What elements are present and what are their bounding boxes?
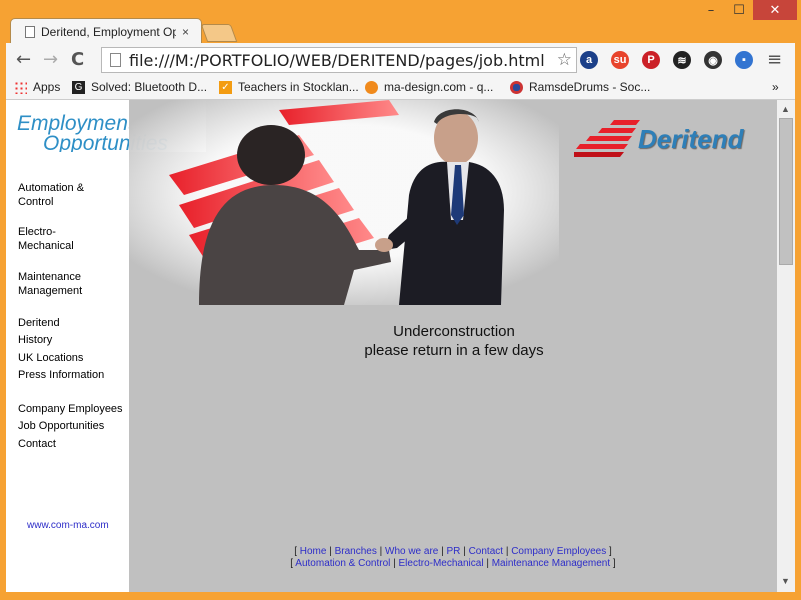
- stumbleupon-icon[interactable]: su: [611, 51, 629, 69]
- return-message: please return in a few days: [364, 342, 544, 359]
- footer-link[interactable]: Maintenance Management: [492, 558, 610, 569]
- address-bar[interactable]: file:///M:/PORTFOLIO/WEB/DERITEND/pages/…: [101, 47, 577, 73]
- drums-icon: [510, 80, 523, 94]
- sidebar-item[interactable]: Electro-: [18, 225, 128, 239]
- bookmark-label: RamsdeDrums - Soc...: [529, 80, 651, 94]
- footer-links-secondary: [ Automation & Control | Electro-Mechani…: [129, 558, 777, 569]
- footer-link[interactable]: Automation & Control: [295, 558, 390, 569]
- footer-link[interactable]: Contact: [469, 546, 503, 557]
- amazon-icon[interactable]: a: [580, 51, 598, 69]
- forward-icon[interactable]: →: [43, 49, 58, 70]
- separator: |: [460, 546, 469, 557]
- footer-link[interactable]: Home: [300, 546, 327, 557]
- sidebar-item[interactable]: History: [18, 333, 128, 347]
- scroll-up-icon[interactable]: ▲: [781, 104, 790, 114]
- bookmark-label: Apps: [33, 80, 61, 94]
- sidebar-item[interactable]: Contact: [18, 437, 128, 451]
- bracket: ]: [610, 558, 616, 569]
- sidebar-item[interactable]: Control: [18, 195, 128, 209]
- close-window-button[interactable]: ✕: [753, 0, 797, 20]
- website-link[interactable]: www.com-ma.com: [27, 520, 109, 531]
- footer-link[interactable]: Company Employees: [511, 546, 606, 557]
- new-tab-button[interactable]: [200, 24, 238, 42]
- bookmark-apps[interactable]: Apps: [14, 80, 60, 94]
- g-icon: G: [72, 80, 85, 94]
- footer-link[interactable]: Who we are: [385, 546, 438, 557]
- delicious-icon[interactable]: ▪: [735, 51, 753, 69]
- apps-icon: [14, 80, 27, 94]
- bookmarks-overflow-icon[interactable]: »: [772, 80, 779, 94]
- pinterest-icon[interactable]: P: [642, 51, 660, 69]
- active-tab[interactable]: Deritend, Employment Op ×: [10, 18, 202, 45]
- bookmark-ma-design[interactable]: ma-design.com - q...: [365, 80, 493, 94]
- sidebar-item[interactable]: UK Locations: [18, 351, 128, 365]
- maximize-button[interactable]: ☐: [725, 0, 753, 20]
- footer-links-primary: [ Home | Branches | Who we are | PR | Co…: [129, 546, 777, 557]
- logo-text: Deritend: [638, 124, 744, 154]
- sidebar-item[interactable]: Company Employees: [18, 402, 128, 416]
- scrollbar-thumb[interactable]: [779, 118, 793, 265]
- window-controls: – ☐ ✕: [697, 0, 797, 22]
- handshake-illustration: [129, 100, 559, 305]
- footer-link[interactable]: PR: [447, 546, 461, 557]
- back-icon[interactable]: ←: [16, 49, 31, 70]
- separator: |: [503, 546, 512, 557]
- separator: |: [483, 558, 492, 569]
- sidebar-item[interactable]: Maintenance: [18, 270, 128, 284]
- peach-icon: [365, 80, 378, 94]
- separator: |: [376, 546, 385, 557]
- sidebar-item[interactable]: Automation &: [18, 181, 128, 195]
- tab-title: Deritend, Employment Op: [41, 25, 176, 39]
- vertical-scrollbar[interactable]: ▲ ▼: [777, 100, 795, 592]
- sidebar: Automation & Control Electro- Mechanical Mai…: [6, 152, 129, 592]
- check-icon: ✓: [219, 80, 232, 94]
- bookmark-solved[interactable]: G Solved: Bluetooth D...: [72, 80, 207, 94]
- separator: |: [438, 546, 447, 557]
- bookmark-ramsdedrums[interactable]: RamsdeDrums - Soc...: [510, 80, 650, 94]
- sidebar-item[interactable]: Press Information: [18, 368, 128, 382]
- sidebar-item[interactable]: Mechanical: [18, 239, 128, 253]
- bookmark-label: Solved: Bluetooth D...: [91, 80, 208, 94]
- sidebar-item[interactable]: Management: [18, 284, 128, 298]
- bookmark-star-icon[interactable]: ☆: [557, 50, 572, 70]
- bookmarks-bar: Apps G Solved: Bluetooth D... ✓ Teachers…: [6, 77, 795, 100]
- footer-link[interactable]: Branches: [335, 546, 377, 557]
- sidebar-item[interactable]: Job Opportunities: [18, 419, 128, 433]
- browser-window: – ☐ ✕ Deritend, Employment Op × ← → C fi…: [0, 0, 801, 600]
- sidebar-item[interactable]: Deritend: [18, 316, 128, 330]
- color-picker-icon[interactable]: ◉: [704, 51, 722, 69]
- url-text[interactable]: file:///M:/PORTFOLIO/WEB/DERITEND/pages/…: [129, 51, 545, 70]
- bookmark-teachers[interactable]: ✓ Teachers in Stocklan...: [219, 80, 359, 94]
- bracket: ]: [606, 546, 612, 557]
- page-icon: [25, 26, 35, 38]
- layers-icon[interactable]: ≋: [673, 51, 691, 69]
- scroll-down-icon[interactable]: ▼: [781, 576, 790, 586]
- logo-stripes: [574, 120, 640, 157]
- chrome-menu-icon[interactable]: ≡: [767, 49, 782, 70]
- separator: |: [390, 558, 399, 569]
- close-tab-icon[interactable]: ×: [182, 25, 189, 39]
- bookmark-label: Teachers in Stocklan...: [238, 80, 359, 94]
- page-icon: [110, 53, 121, 67]
- web-page: Employment Opportunities Automation & Con…: [6, 100, 777, 592]
- footer-link[interactable]: Electro-Mechanical: [399, 558, 484, 569]
- minimize-button[interactable]: –: [697, 0, 725, 20]
- bookmark-label: ma-design.com - q...: [384, 80, 494, 94]
- toolbar: ← → C file:///M:/PORTFOLIO/WEB/DERITEND/…: [6, 43, 795, 77]
- reload-icon[interactable]: C: [71, 49, 84, 70]
- underconstruction-text: Underconstruction: [393, 323, 515, 340]
- separator: |: [326, 546, 335, 557]
